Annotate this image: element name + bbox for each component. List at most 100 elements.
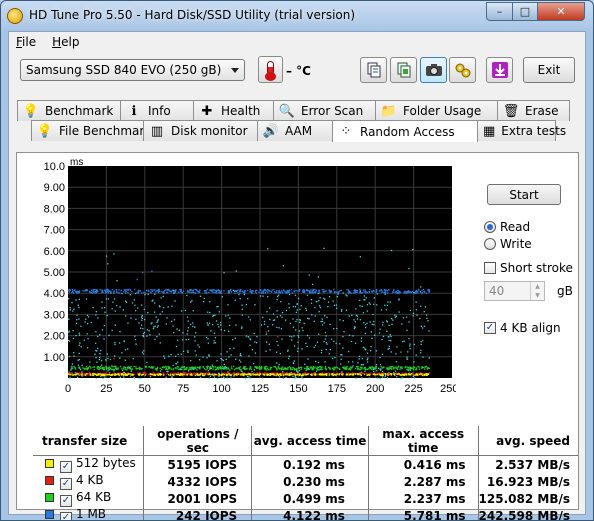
tab-extra-tests[interactable]: ▦ Extra tests	[477, 120, 566, 141]
random-point	[134, 304, 136, 306]
random-point	[140, 327, 142, 329]
random-point	[267, 248, 269, 250]
copy-text-button[interactable]	[360, 57, 387, 83]
title-bar[interactable]: HD Tune Pro 5.50 - Hard Disk/SSD Utility…	[1, 1, 593, 31]
random-point	[153, 302, 156, 304]
read-radio[interactable]: Read	[484, 220, 530, 234]
stepper-down-icon[interactable]: ▼	[530, 291, 544, 300]
random-point	[315, 360, 317, 362]
64kb-point	[96, 366, 98, 368]
512b-point	[288, 373, 290, 375]
series-checkbox[interactable]: ✓	[60, 461, 72, 473]
random-point	[280, 301, 282, 303]
random-point	[147, 293, 149, 295]
menu-file[interactable]: File	[16, 35, 36, 52]
1mb-point	[180, 288, 182, 291]
series-checkbox[interactable]: ✓	[60, 478, 72, 490]
exit-button[interactable]: Exit	[523, 57, 575, 83]
save-button[interactable]	[486, 57, 513, 83]
random-point	[218, 311, 220, 313]
64kb-point	[242, 367, 244, 370]
1mb-point	[274, 291, 276, 293]
tab-label: Extra tests	[501, 124, 567, 138]
random-point	[304, 363, 306, 365]
64kb-point	[105, 368, 108, 370]
tab-erase[interactable]: 🗑 Erase	[497, 100, 570, 121]
1mb-point	[205, 291, 208, 294]
random-point	[99, 334, 101, 336]
stepper-up-icon[interactable]: ▲	[530, 282, 544, 291]
tab-benchmark[interactable]: 💡 Benchmark	[17, 100, 121, 121]
4kb-point	[281, 372, 283, 375]
tab-error-scan[interactable]: 🔍 Error Scan	[273, 100, 376, 121]
random-point	[268, 343, 270, 345]
tab-info[interactable]: ℹ Info	[120, 100, 194, 121]
512b-point	[106, 373, 108, 376]
random-point	[206, 357, 208, 359]
64kb-point	[165, 368, 167, 370]
random-access-panel: 10.0 9.00 8.00 7.00 6.00 5.00 4.00 3.00 2.00 1.00…	[16, 152, 579, 520]
short-stroke-stepper[interactable]: 40 ▲ ▼	[484, 281, 545, 301]
tab-health[interactable]: ✚ Health	[193, 100, 274, 121]
512b-point	[294, 374, 297, 377]
random-point	[354, 321, 356, 323]
1mb-point	[249, 288, 251, 291]
short-stroke-checkbox[interactable]: Short stroke	[484, 261, 573, 275]
maximize-button[interactable]: □	[512, 2, 538, 21]
copy-report-button[interactable]	[390, 57, 417, 83]
1mb-point	[303, 291, 305, 293]
random-point	[325, 335, 327, 337]
random-point	[94, 353, 96, 355]
align-checkbox[interactable]: ✓ 4 KB align	[484, 321, 561, 335]
random-point	[276, 299, 278, 301]
1mb-point	[204, 290, 206, 292]
minimize-button[interactable]: –	[486, 2, 513, 21]
write-radio-dot	[484, 238, 496, 250]
random-point	[175, 345, 178, 348]
tab-aam[interactable]: 🔊 AAM	[257, 120, 333, 141]
1mb-point	[135, 292, 138, 294]
start-button[interactable]: Start	[487, 184, 561, 205]
random-point	[324, 361, 326, 363]
close-button[interactable]: ✕	[537, 2, 585, 21]
random-point	[342, 292, 344, 294]
512b-point	[393, 373, 396, 375]
random-point	[412, 312, 415, 315]
random-point	[135, 310, 137, 312]
random-point	[340, 358, 342, 360]
random-point	[367, 357, 369, 359]
random-point	[292, 305, 294, 308]
temperature-button[interactable]	[258, 56, 283, 83]
random-point	[71, 363, 74, 365]
random-point	[107, 357, 109, 359]
menu-help[interactable]: Help	[52, 35, 79, 52]
random-point	[171, 320, 173, 322]
random-point	[289, 322, 291, 325]
screenshot-button[interactable]	[420, 57, 447, 83]
random-point	[336, 296, 338, 298]
512b-point	[196, 373, 198, 375]
series-checkbox[interactable]: ✓	[60, 495, 72, 507]
tab-random-access[interactable]: ⁘ Random Access	[332, 120, 478, 142]
1mb-point	[310, 289, 312, 291]
drive-select[interactable]: Samsung SSD 840 EVO (250 gB)	[20, 59, 245, 81]
random-point	[276, 316, 278, 318]
options-button[interactable]	[449, 57, 476, 83]
drive-select-value: Samsung SSD 840 EVO (250 gB)	[26, 63, 222, 77]
1mb-point	[230, 291, 233, 293]
write-radio[interactable]: Write	[484, 237, 532, 251]
64kb-point	[133, 365, 135, 368]
tab-disk-monitor[interactable]: ▥ Disk monitor	[143, 120, 258, 141]
random-point	[251, 349, 253, 351]
1mb-point	[264, 292, 266, 294]
random-point	[73, 355, 75, 357]
tab-folder-usage[interactable]: 📁 Folder Usage	[375, 100, 498, 121]
app-window: HD Tune Pro 5.50 - Hard Disk/SSD Utility…	[0, 0, 594, 521]
64kb-point	[277, 366, 280, 368]
random-point	[288, 293, 291, 296]
tab-file-benchmark[interactable]: 💡 File Benchmark	[31, 120, 151, 141]
1mb-point	[295, 290, 297, 292]
series-checkbox[interactable]: ✓	[60, 512, 72, 520]
64kb-point	[243, 366, 245, 368]
64kb-point	[179, 367, 181, 370]
